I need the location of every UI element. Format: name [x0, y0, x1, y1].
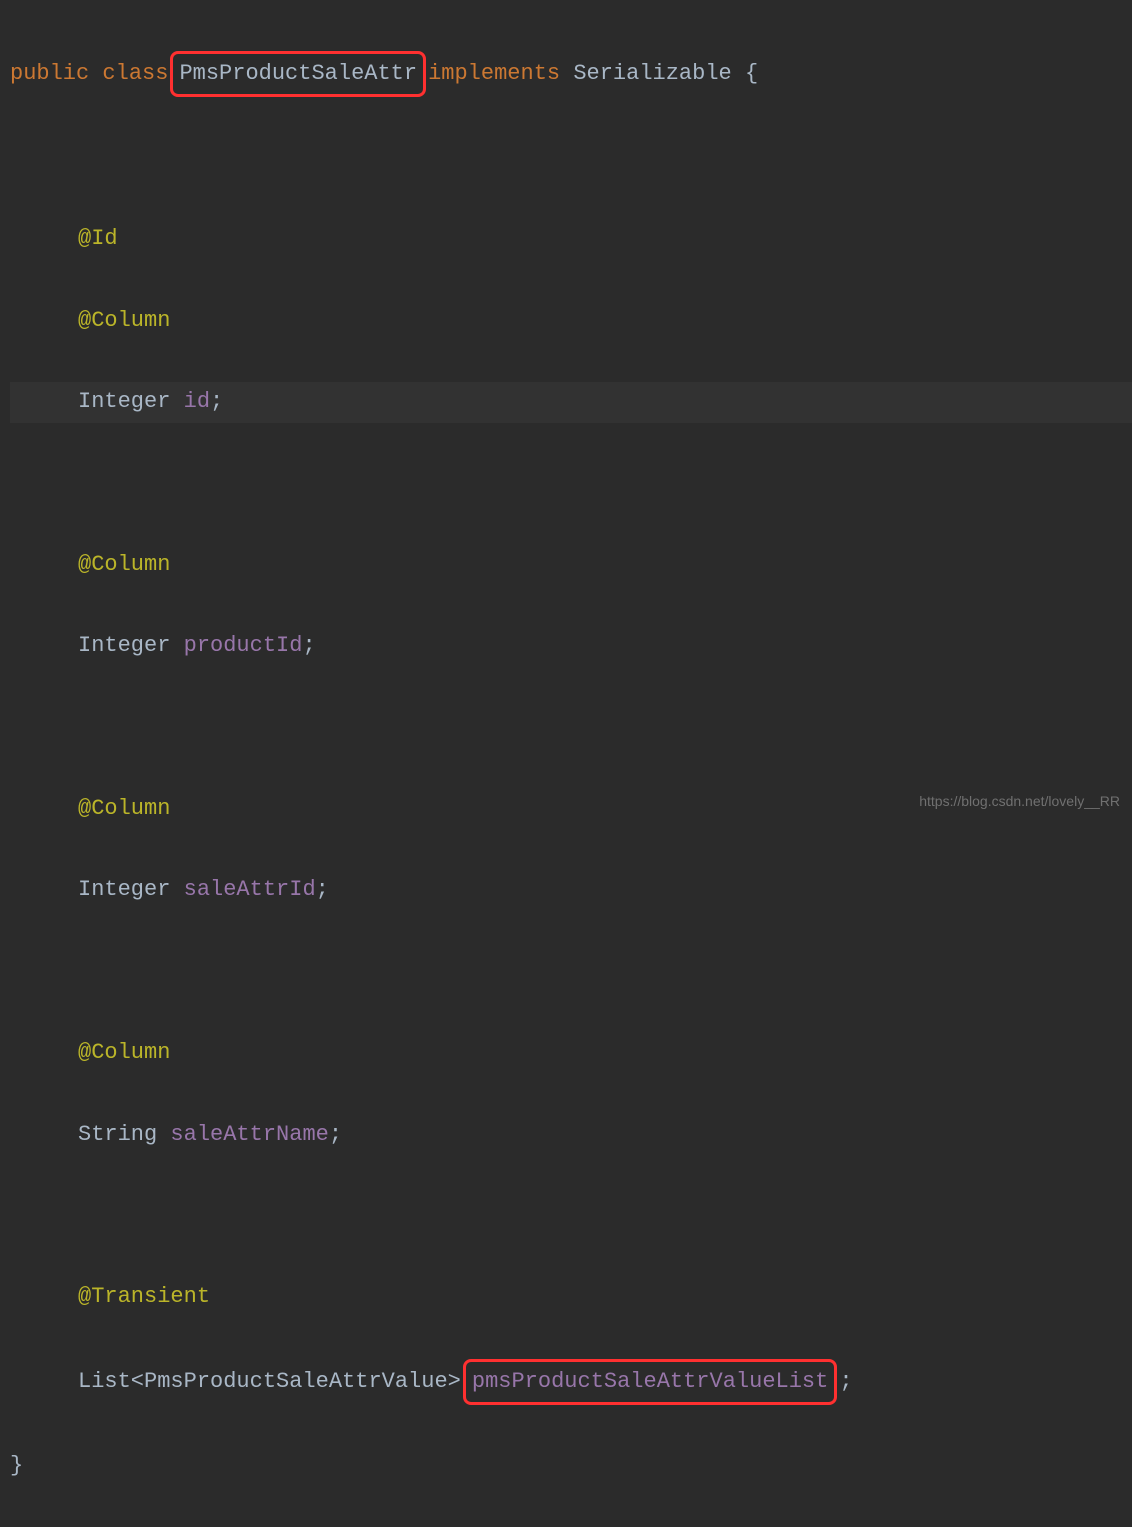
blank-line [10, 138, 1132, 179]
semicolon: ; [839, 1369, 852, 1394]
type-integer: Integer [78, 877, 170, 902]
code-line-annotation: @Column [10, 1033, 1132, 1074]
blank-line [10, 1196, 1132, 1237]
code-line-field: Integer productId; [10, 626, 1132, 667]
code-line-field: Integer id; [10, 382, 1132, 423]
type-integer: Integer [78, 389, 170, 414]
field-productid: productId [184, 633, 303, 658]
code-line-annotation: @Column [10, 301, 1132, 342]
interface-name: Serializable [573, 61, 731, 86]
annotation-column: @Column [78, 796, 170, 821]
annotation-id: @Id [78, 226, 118, 251]
semicolon: ; [316, 877, 329, 902]
keyword-public: public [10, 61, 89, 86]
field-valuelist: pmsProductSaleAttrValueList [472, 1369, 828, 1394]
blank-line [10, 464, 1132, 505]
class-name: PmsProductSaleAttr [179, 61, 417, 86]
keyword-class: class [102, 61, 168, 86]
watermark-text: https://blog.csdn.net/lovely__RR [919, 789, 1120, 815]
keyword-implements: implements [428, 61, 560, 86]
annotation-column: @Column [78, 1040, 170, 1065]
type-list: List<PmsProductSaleAttrValue> [78, 1369, 461, 1394]
code-line-annotation: @Transient [10, 1277, 1132, 1318]
code-line-class-decl: public class PmsProductSaleAttr implements… [10, 51, 1132, 98]
code-line-annotation: @Id [10, 219, 1132, 260]
highlight-classname: PmsProductSaleAttr [170, 51, 426, 98]
annotation-column: @Column [78, 552, 170, 577]
annotation-column: @Column [78, 308, 170, 333]
field-id: id [184, 389, 210, 414]
code-editor[interactable]: public class PmsProductSaleAttr implements… [0, 10, 1132, 1527]
semicolon: ; [210, 389, 223, 414]
blank-line [10, 952, 1132, 993]
brace-open: { [745, 61, 758, 86]
semicolon: ; [302, 633, 315, 658]
code-line-field: List<PmsProductSaleAttrValue> pmsProductS… [10, 1359, 1132, 1406]
annotation-transient: @Transient [78, 1284, 210, 1309]
type-string: String [78, 1122, 157, 1147]
code-line-field: Integer saleAttrId; [10, 870, 1132, 911]
field-saleattrname: saleAttrName [170, 1122, 328, 1147]
blank-line [10, 708, 1132, 749]
code-line-field: String saleAttrName; [10, 1115, 1132, 1156]
semicolon: ; [329, 1122, 342, 1147]
type-integer: Integer [78, 633, 170, 658]
brace-close: } [10, 1453, 23, 1478]
highlight-fieldname: pmsProductSaleAttrValueList [463, 1359, 837, 1406]
highlighted-line: Integer id; [10, 382, 1132, 423]
field-saleattrid: saleAttrId [184, 877, 316, 902]
code-line-annotation: @Column [10, 545, 1132, 586]
code-line-close: } [10, 1446, 1132, 1487]
